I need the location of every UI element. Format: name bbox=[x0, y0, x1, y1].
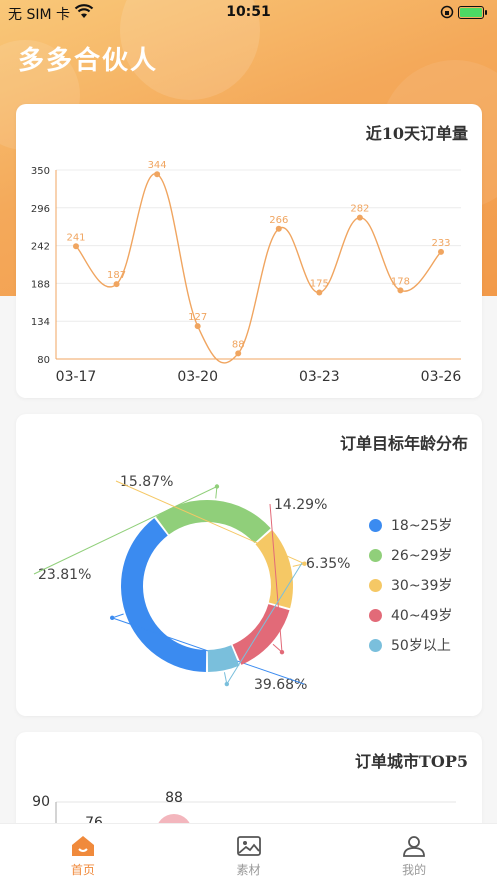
orders-chart-card: 近10天订单量 80 134 188 242 296 350 03-17 03-20 03-23… bbox=[16, 104, 482, 398]
y-tick-label: 296 bbox=[31, 204, 50, 215]
data-point bbox=[316, 289, 323, 296]
status-bar: 无 SIM 卡 10:51 bbox=[0, 0, 497, 26]
data-point bbox=[397, 287, 404, 294]
data-label: 282 bbox=[350, 204, 369, 215]
y-tick-label: 188 bbox=[31, 279, 50, 290]
data-point bbox=[113, 281, 120, 288]
legend-swatch bbox=[369, 578, 382, 592]
tab-materials[interactable]: 素材 bbox=[166, 824, 332, 883]
x-tick-label: 03-23 bbox=[299, 369, 340, 385]
legend-swatch bbox=[369, 548, 382, 562]
x-tick-label: 03-17 bbox=[56, 369, 97, 385]
legend-swatch bbox=[369, 638, 382, 652]
data-point bbox=[275, 225, 282, 232]
legend-label: 50岁以上 bbox=[391, 638, 451, 654]
bottom-tab-bar: 首页 素材 我的 bbox=[0, 823, 497, 883]
orders-series-line bbox=[75, 173, 442, 364]
legend-swatch bbox=[369, 608, 382, 622]
user-icon bbox=[403, 836, 426, 857]
bar-value-label: 88 bbox=[165, 790, 183, 806]
legend-item: 40~49岁 bbox=[369, 600, 452, 630]
age-distribution-card: 订单目标年龄分布 39.68% 23.81% 15.87% 14.29% 6.35% 1… bbox=[16, 414, 482, 716]
slice-value-label: 23.81% bbox=[38, 567, 91, 583]
clock: 10:51 bbox=[226, 4, 271, 20]
tab-label: 我的 bbox=[402, 863, 427, 877]
data-label: 88 bbox=[232, 339, 245, 350]
tab-label: 首页 bbox=[70, 863, 95, 877]
age-legend: 18~25岁 26~29岁 30~39岁 40~49岁 50岁以上 bbox=[369, 510, 452, 660]
leader-dot bbox=[214, 484, 220, 489]
donut-slice bbox=[120, 518, 207, 672]
donut-slice bbox=[255, 529, 293, 609]
data-label: 187 bbox=[107, 270, 126, 281]
data-point bbox=[235, 350, 242, 357]
y-tick-label: 134 bbox=[31, 317, 50, 328]
home-icon bbox=[71, 836, 94, 856]
legend-item: 30~39岁 bbox=[369, 570, 452, 600]
data-label: 241 bbox=[66, 232, 85, 243]
data-label: 344 bbox=[148, 160, 167, 171]
y-tick-label: 350 bbox=[31, 166, 50, 177]
y-tick-label: 242 bbox=[31, 242, 50, 253]
y-tick-label: 90 bbox=[32, 794, 50, 810]
legend-swatch bbox=[369, 518, 382, 532]
orientation-lock-icon bbox=[440, 5, 454, 19]
slice-value-label: 15.87% bbox=[120, 474, 173, 490]
legend-item: 50岁以上 bbox=[369, 630, 452, 660]
tab-label: 素材 bbox=[236, 863, 261, 877]
tab-home[interactable]: 首页 bbox=[0, 824, 166, 883]
battery-icon bbox=[458, 6, 487, 19]
leader-dot bbox=[110, 615, 115, 621]
data-label: 266 bbox=[269, 215, 288, 226]
legend-label: 18~25岁 bbox=[391, 518, 453, 534]
legend-item: 26~29岁 bbox=[369, 540, 452, 570]
legend-label: 26~29岁 bbox=[391, 548, 453, 564]
legend-label: 40~49岁 bbox=[391, 608, 453, 624]
leader-dot bbox=[224, 681, 230, 687]
data-label: 233 bbox=[431, 238, 450, 249]
image-icon bbox=[236, 836, 261, 856]
data-point bbox=[438, 248, 444, 255]
data-point bbox=[154, 171, 161, 178]
x-tick-label: 03-26 bbox=[421, 369, 462, 385]
data-point bbox=[73, 243, 79, 250]
legend-item: 18~25岁 bbox=[369, 510, 452, 540]
data-label: 178 bbox=[391, 276, 410, 287]
orders-line-chart: 80 134 188 242 296 350 03-17 03-20 03-23 03-26 241… bbox=[31, 160, 462, 385]
x-tick-label: 03-20 bbox=[177, 369, 218, 385]
data-label: 127 bbox=[188, 312, 207, 323]
page-title: 多多合伙人 bbox=[18, 46, 159, 76]
data-label: 175 bbox=[310, 279, 329, 290]
data-point bbox=[356, 214, 363, 221]
slice-value-label: 6.35% bbox=[306, 556, 350, 572]
slice-value-label: 14.29% bbox=[274, 497, 327, 513]
slice-value-label: 39.68% bbox=[254, 677, 307, 693]
data-point bbox=[194, 323, 201, 330]
y-tick-label: 80 bbox=[37, 355, 50, 366]
legend-label: 30~39岁 bbox=[391, 578, 453, 594]
leader-dot bbox=[279, 649, 285, 655]
tab-mine[interactable]: 我的 bbox=[331, 824, 497, 883]
